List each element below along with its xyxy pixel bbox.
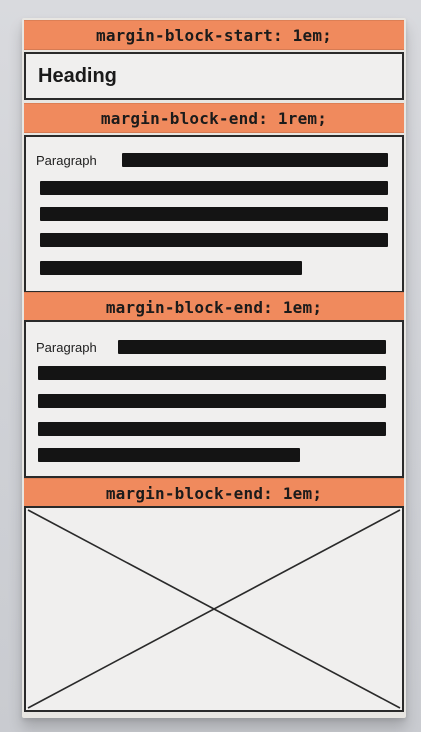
margin-block-end-rem-bar: margin-block-end: 1rem;: [24, 103, 404, 133]
text-line: [38, 448, 300, 462]
margin-block-start-label: margin-block-start: 1em;: [96, 25, 332, 45]
margin-block-start-bar: margin-block-start: 1em;: [24, 20, 404, 50]
margin-block-end-em-label-1: margin-block-end: 1em;: [105, 297, 323, 317]
paragraph-label-1: Paragraph: [36, 153, 97, 168]
text-line: [118, 340, 386, 354]
text-line: [40, 207, 388, 221]
heading-text: Heading: [38, 64, 117, 87]
x-placeholder-icon: [27, 509, 401, 709]
text-line: [40, 261, 302, 275]
text-line: [40, 233, 388, 247]
text-line: [38, 422, 386, 436]
margin-block-end-em-bar-2: margin-block-end: 1em;: [24, 478, 404, 508]
paragraph-box-1: Paragraph: [24, 135, 404, 293]
heading-box: Heading: [24, 52, 404, 100]
margin-block-end-em-label-2: margin-block-end: 1em;: [105, 483, 323, 503]
image-placeholder: [24, 506, 404, 712]
text-line: [38, 366, 386, 380]
margin-block-end-em-bar-1: margin-block-end: 1em;: [24, 292, 404, 322]
paragraph-label-2: Paragraph: [36, 340, 97, 355]
text-line: [38, 394, 386, 408]
margin-block-end-rem-label: margin-block-end: 1rem;: [100, 108, 328, 128]
text-line: [122, 153, 388, 167]
text-line: [40, 181, 388, 195]
paragraph-box-2: Paragraph: [24, 320, 404, 478]
